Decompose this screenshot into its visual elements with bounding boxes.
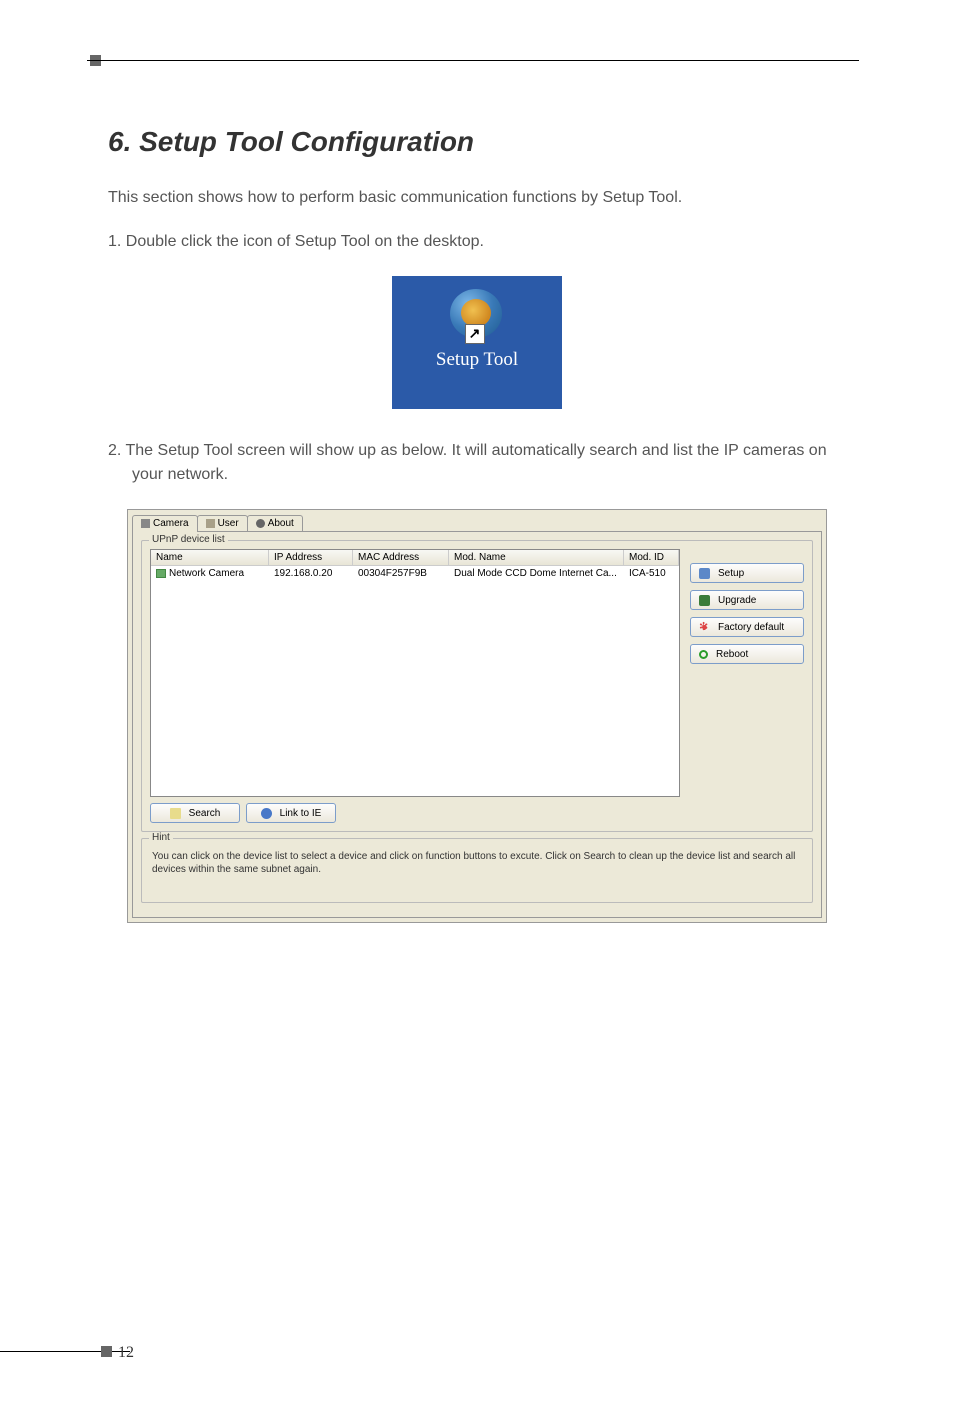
search-button-label: Search — [189, 808, 221, 819]
shortcut-overlay-icon: ↗ — [465, 324, 485, 344]
cell-mod-name: Dual Mode CCD Dome Internet Ca... — [449, 567, 624, 580]
power-icon — [699, 650, 708, 659]
camera-icon — [141, 519, 150, 528]
search-button[interactable]: Search — [150, 803, 240, 823]
tab-user[interactable]: User — [197, 515, 248, 531]
section-heading: 6. Setup Tool Configuration — [108, 126, 846, 158]
upgrade-button[interactable]: Upgrade — [690, 590, 804, 610]
setup-button[interactable]: Setup — [690, 563, 804, 583]
step-2: 2. The Setup Tool screen will show up as… — [108, 439, 846, 487]
wrench-icon — [699, 568, 710, 579]
factory-button-label: Factory default — [718, 622, 784, 633]
link-button-label: Link to IE — [280, 808, 322, 819]
side-button-panel: Setup Upgrade Factory default Reboo — [690, 549, 804, 797]
about-icon — [256, 519, 265, 528]
factory-icon — [699, 622, 710, 633]
cell-mod-id: ICA-510 — [624, 567, 679, 580]
bottom-button-row: Search Link to IE — [150, 803, 804, 823]
page-decor-line-top — [87, 60, 859, 61]
setup-tool-icon: ↗ Setup Tool — [392, 276, 562, 409]
user-icon — [206, 519, 215, 528]
link-to-ie-button[interactable]: Link to IE — [246, 803, 336, 823]
upnp-groupbox-label: UPnP device list — [149, 534, 228, 545]
setup-tool-icon-label: Setup Tool — [392, 349, 562, 371]
setup-tool-shell-icon: ↗ — [450, 289, 505, 339]
step-1: 1. Double click the icon of Setup Tool o… — [108, 230, 846, 254]
setup-button-label: Setup — [718, 568, 744, 579]
hint-groupbox: Hint You can click on the device list to… — [141, 838, 813, 903]
setup-tool-icon-figure: ↗ Setup Tool — [108, 276, 846, 409]
table-row[interactable]: Network Camera 192.168.0.20 00304F257F9B… — [151, 566, 679, 581]
column-mac[interactable]: MAC Address — [353, 550, 449, 566]
hint-groupbox-label: Hint — [149, 832, 173, 843]
search-icon — [170, 808, 181, 819]
factory-default-button[interactable]: Factory default — [690, 617, 804, 637]
hint-text: You can click on the device list to sele… — [150, 847, 804, 894]
tab-about-label: About — [268, 518, 294, 529]
page-decor-marker-bottom — [101, 1346, 112, 1357]
column-ip[interactable]: IP Address — [269, 550, 353, 566]
tab-camera-label: Camera — [153, 518, 189, 529]
setup-tool-window: Camera User About UPnP device list Name … — [127, 509, 827, 923]
upgrade-icon — [699, 595, 710, 606]
device-list-header: Name IP Address MAC Address Mod. Name Mo… — [151, 550, 679, 566]
intro-paragraph: This section shows how to perform basic … — [108, 186, 846, 210]
cell-ip: 192.168.0.20 — [269, 567, 353, 580]
ie-icon — [261, 808, 272, 819]
cell-name: Network Camera — [151, 567, 269, 580]
reboot-button-label: Reboot — [716, 649, 748, 660]
tab-bar: Camera User About — [132, 514, 822, 531]
upnp-groupbox: UPnP device list Name IP Address MAC Add… — [141, 540, 813, 832]
tab-about[interactable]: About — [247, 515, 303, 531]
upgrade-button-label: Upgrade — [718, 595, 756, 606]
camera-row-icon — [156, 569, 166, 578]
tab-content: UPnP device list Name IP Address MAC Add… — [132, 531, 822, 918]
column-name[interactable]: Name — [151, 550, 269, 566]
tab-user-label: User — [218, 518, 239, 529]
page-number: 12 — [118, 1344, 134, 1362]
reboot-button[interactable]: Reboot — [690, 644, 804, 664]
column-mod-name[interactable]: Mod. Name — [449, 550, 624, 566]
tab-camera[interactable]: Camera — [132, 515, 198, 532]
cell-mac: 00304F257F9B — [353, 567, 449, 580]
column-mod-id[interactable]: Mod. ID — [624, 550, 679, 566]
device-list[interactable]: Name IP Address MAC Address Mod. Name Mo… — [150, 549, 680, 797]
